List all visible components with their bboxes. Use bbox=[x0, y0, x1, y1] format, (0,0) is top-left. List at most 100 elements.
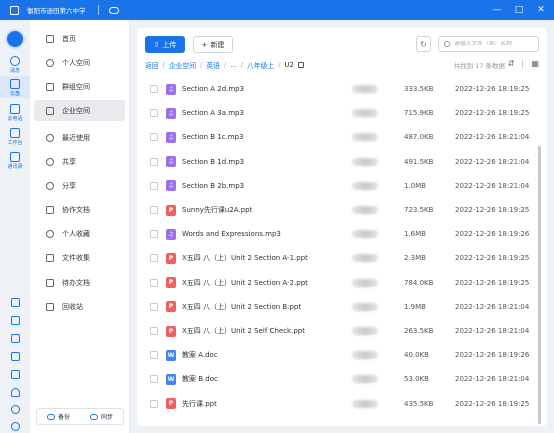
new-button[interactable]: + 新建 bbox=[193, 36, 233, 53]
file-name[interactable]: X五四 八（上）Unit 2 Section B.ppt bbox=[182, 302, 301, 312]
row-checkbox[interactable] bbox=[150, 375, 158, 384]
sidebar-item-recent[interactable]: 最近使用 bbox=[34, 127, 125, 148]
refresh-button[interactable]: ↻ bbox=[416, 36, 431, 52]
result-count: 共找到 17 条数据 bbox=[453, 62, 505, 70]
file-date: 2022-12-26 18:19:26 bbox=[455, 351, 530, 360]
file-name[interactable]: Section B 1d.mp3 bbox=[182, 158, 244, 166]
row-checkbox[interactable] bbox=[150, 85, 158, 94]
file-name[interactable]: 教案 B.doc bbox=[182, 374, 218, 384]
file-date: 2022-12-26 18:21:04 bbox=[455, 375, 530, 384]
file-name[interactable]: Section A 3a.mp3 bbox=[182, 109, 244, 117]
file-name[interactable]: Section A 2d.mp3 bbox=[182, 85, 244, 93]
file-name[interactable]: X五四 八（上）Unit 2 Section A-2.ppt bbox=[182, 278, 308, 288]
scrollbar[interactable] bbox=[538, 146, 541, 424]
file-row[interactable]: P Sunny先行课u2A.ppt 723.5KB 2022-12-26 18:19:… bbox=[137, 198, 537, 222]
rail-globe[interactable] bbox=[0, 405, 30, 414]
row-checkbox[interactable] bbox=[150, 399, 158, 408]
avatar[interactable] bbox=[5, 29, 25, 49]
file-row[interactable]: W 教案 B.doc 53.0KB 2022-12-26 18:21:04 bbox=[137, 367, 537, 391]
close-button[interactable]: ✕ bbox=[536, 5, 546, 15]
row-checkbox[interactable] bbox=[150, 230, 158, 239]
upload-button[interactable]: ⇧ 上传 bbox=[145, 36, 185, 53]
rail-settings[interactable] bbox=[0, 422, 30, 431]
rail-item-messages[interactable]: 消息 bbox=[0, 54, 30, 74]
grid-view-icon[interactable]: ▦ bbox=[531, 59, 539, 68]
breadcrumb-item[interactable]: ... bbox=[230, 61, 236, 69]
rail-note[interactable] bbox=[0, 334, 30, 343]
owner-redacted bbox=[352, 85, 378, 94]
row-checkbox[interactable] bbox=[150, 181, 158, 190]
sidebar-item-todo-docs[interactable]: 待办文档 bbox=[34, 272, 125, 293]
file-date: 2022-12-26 18:19:25 bbox=[455, 399, 530, 408]
breadcrumb-item[interactable]: 英语 bbox=[206, 60, 220, 70]
recent-icon bbox=[46, 133, 54, 142]
file-name[interactable]: X五四 八（上）Unit 2 Section A-1.ppt bbox=[182, 253, 308, 263]
sidebar-item-recycle-bin[interactable]: 回收站 bbox=[34, 296, 125, 317]
sidebar-item-favorites[interactable]: 个人收藏 bbox=[34, 223, 125, 244]
file-name[interactable]: X五四 八（上）Unit 2 Self Check.ppt bbox=[182, 326, 305, 336]
rail-item-contacts[interactable]: 通讯录 bbox=[0, 150, 30, 170]
file-name[interactable]: Words and Expressions.mp3 bbox=[182, 230, 281, 238]
sidebar-item-share[interactable]: 分享 bbox=[34, 175, 125, 196]
breadcrumb-back[interactable]: 返回 bbox=[145, 60, 159, 70]
owner-redacted bbox=[352, 254, 378, 263]
file-size: 487.0KB bbox=[404, 133, 434, 142]
row-checkbox[interactable] bbox=[150, 157, 158, 166]
row-checkbox[interactable] bbox=[150, 351, 158, 360]
search-input[interactable] bbox=[453, 41, 538, 47]
breadcrumb: 返回 | 企业空间 / 英语 / ... / 八年级上 / U2 bbox=[145, 60, 304, 70]
breadcrumb-item[interactable]: 企业空间 bbox=[169, 60, 196, 70]
search-box[interactable] bbox=[438, 36, 539, 52]
maximize-button[interactable]: □ bbox=[514, 5, 524, 15]
sidebar-item-group[interactable]: 群组空间 bbox=[34, 76, 125, 97]
cloud-icon[interactable] bbox=[108, 6, 119, 14]
file-row[interactable]: ♫ Words and Expressions.mp3 1.6MB 2022-12-2… bbox=[137, 222, 537, 246]
file-date: 2022-12-26 18:19:25 bbox=[455, 109, 530, 118]
row-checkbox[interactable] bbox=[150, 109, 158, 118]
file-row[interactable]: ♫ Section B 1c.mp3 487.0KB 2022-12-26 18:21… bbox=[137, 125, 537, 149]
file-row[interactable]: P X五四 八（上）Unit 2 Section B.ppt 1.9MB 2022-1… bbox=[137, 295, 537, 319]
rail-calendar[interactable] bbox=[0, 316, 30, 325]
file-row[interactable]: P 先行课.ppt 435.5KB 2022-12-26 18:19:25 bbox=[137, 392, 537, 416]
sidebar-item-collab-docs[interactable]: 协作文档 bbox=[34, 199, 125, 220]
row-checkbox[interactable] bbox=[150, 133, 158, 142]
row-checkbox[interactable] bbox=[150, 254, 158, 263]
file-name[interactable]: 教案 A.doc bbox=[182, 350, 218, 360]
rail-book[interactable] bbox=[0, 370, 30, 379]
file-size: 784.0KB bbox=[404, 278, 434, 287]
rail-check[interactable] bbox=[0, 352, 30, 361]
rail-item-phone[interactable]: 云电话 bbox=[0, 102, 30, 122]
file-name[interactable]: Section B 1c.mp3 bbox=[182, 133, 244, 141]
row-checkbox[interactable] bbox=[150, 327, 158, 336]
row-checkbox[interactable] bbox=[150, 206, 158, 215]
rail-item-workbench[interactable]: 工作台 bbox=[0, 126, 30, 146]
file-name[interactable]: Sunny先行课u2A.ppt bbox=[182, 205, 252, 215]
file-name[interactable]: 先行课.ppt bbox=[182, 399, 217, 409]
sidebar-item-enterprise[interactable]: 企业空间 bbox=[34, 100, 125, 121]
file-name[interactable]: Section B 2b.mp3 bbox=[182, 182, 244, 190]
sidebar-item-personal[interactable]: 个人空间 bbox=[34, 52, 125, 73]
file-row[interactable]: W 教案 A.doc 40.0KB 2022-12-26 18:19:26 bbox=[137, 343, 537, 367]
rail-mail[interactable] bbox=[0, 298, 30, 307]
sidebar-item-shared[interactable]: 共享 bbox=[34, 151, 125, 172]
row-checkbox[interactable] bbox=[150, 278, 158, 287]
file-row[interactable]: ♫ Section B 1d.mp3 491.5KB 2022-12-26 18:21… bbox=[137, 150, 537, 174]
backup-button[interactable]: 备份 bbox=[46, 412, 70, 421]
sidebar-item-file-collect[interactable]: 文件收集 bbox=[34, 247, 125, 268]
rail-item-cloud-disk[interactable]: 云盘 bbox=[0, 76, 30, 98]
copy-path-icon[interactable] bbox=[297, 62, 304, 68]
sync-button[interactable]: 同步 bbox=[89, 412, 113, 421]
file-row[interactable]: ♫ Section A 2d.mp3 333.5KB 2022-12-26 18:19… bbox=[137, 77, 537, 101]
file-row[interactable]: P X五四 八（上）Unit 2 Section A-1.ppt 2.3MB 2022… bbox=[137, 246, 537, 270]
sort-icon[interactable]: ⇵ bbox=[508, 59, 515, 68]
file-row[interactable]: P X五四 八（上）Unit 2 Section A-2.ppt 784.0KB 20… bbox=[137, 271, 537, 295]
row-checkbox[interactable] bbox=[150, 302, 158, 311]
breadcrumb-item[interactable]: 八年级上 bbox=[247, 60, 274, 70]
minimize-button[interactable]: — bbox=[492, 5, 502, 15]
link-share-icon bbox=[46, 181, 54, 190]
sidebar-item-home[interactable]: 首页 bbox=[34, 28, 125, 49]
rail-gem[interactable] bbox=[0, 388, 30, 397]
file-row[interactable]: P X五四 八（上）Unit 2 Self Check.ppt 263.5KB 202… bbox=[137, 319, 537, 343]
file-row[interactable]: ♫ Section A 3a.mp3 715.9KB 2022-12-26 18:19… bbox=[137, 101, 537, 125]
file-row[interactable]: ♫ Section B 2b.mp3 1.0MB 2022-12-26 18:21:0… bbox=[137, 174, 537, 198]
